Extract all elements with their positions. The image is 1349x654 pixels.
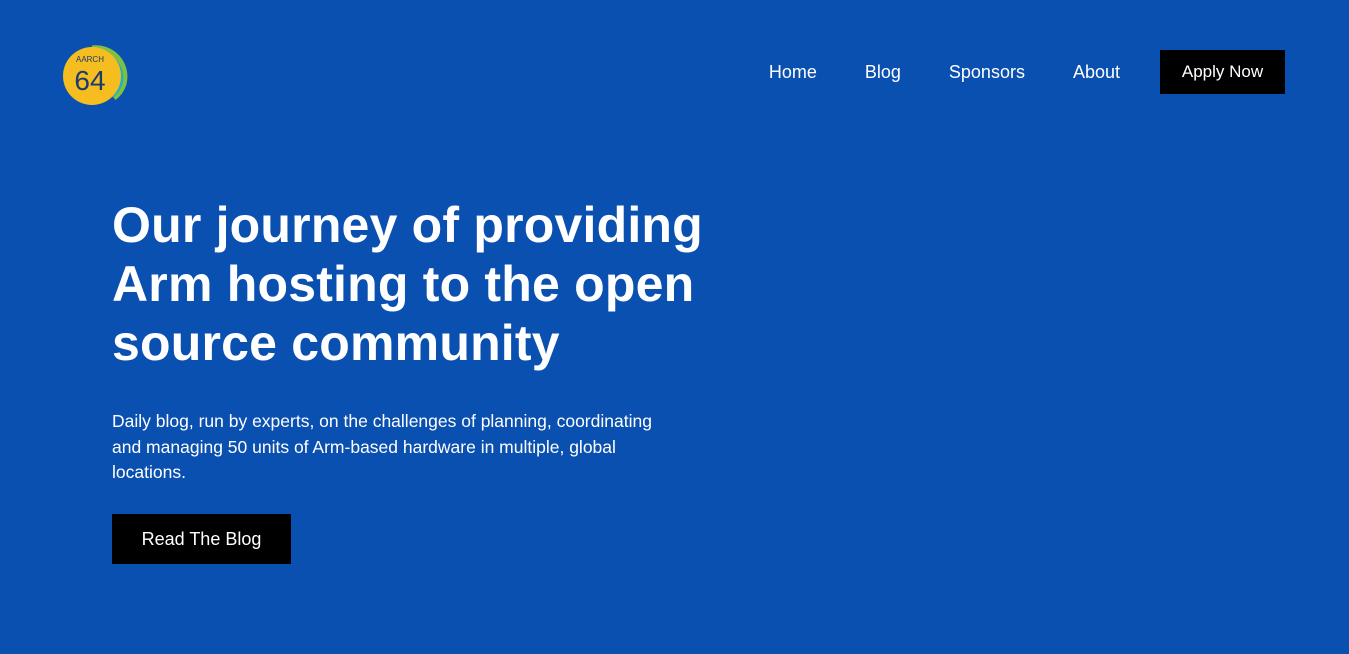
read-the-blog-button[interactable]: Read The Blog — [112, 514, 291, 564]
apply-now-button[interactable]: Apply Now — [1160, 50, 1285, 94]
nav-about[interactable]: About — [1073, 50, 1120, 94]
hero-description: Daily blog, run by experts, on the chall… — [112, 411, 652, 482]
site-logo[interactable]: AARCH 64 — [62, 44, 132, 106]
logo-number: 64 — [74, 65, 105, 96]
aarch64-logo-icon: AARCH 64 — [63, 45, 128, 105]
hero-title: Our journey of providing Arm hosting to … — [112, 197, 703, 371]
nav-home[interactable]: Home — [769, 50, 817, 94]
hero-section: Our journey of providing Arm hosting to … — [112, 196, 732, 486]
nav-sponsors[interactable]: Sponsors — [949, 50, 1025, 94]
logo-top-text: AARCH — [76, 55, 104, 64]
nav-blog[interactable]: Blog — [865, 50, 901, 94]
main-nav: Home Blog Sponsors About Apply Now — [769, 50, 1285, 94]
